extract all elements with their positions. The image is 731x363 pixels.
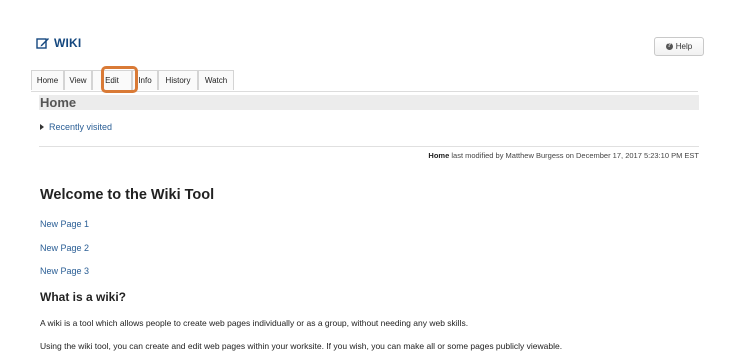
recently-visited-label: Recently visited — [49, 122, 113, 132]
page-title: Home — [40, 95, 77, 110]
recently-visited-toggle[interactable]: Recently visited — [40, 122, 112, 132]
tab-view[interactable]: View — [64, 70, 92, 90]
help-icon: ? — [665, 43, 673, 50]
paragraph-2: Using the wiki tool, you can create and … — [40, 341, 563, 351]
paragraph-1: A wiki is a tool which allows people to … — [40, 318, 469, 328]
help-label: Help — [675, 42, 693, 51]
page-title-banner — [39, 95, 699, 110]
page-link-1[interactable]: New Page 1 — [40, 219, 89, 229]
expand-triangle-icon — [40, 124, 44, 130]
content-heading: Welcome to the Wiki Tool — [40, 187, 215, 203]
tab-history[interactable]: History — [158, 70, 198, 90]
edit-tab-highlight — [101, 66, 138, 93]
tool-header: WIKI — [36, 36, 81, 50]
help-button[interactable]: ? Help — [654, 37, 704, 56]
last-modified-info: Home last modified by Matthew Burgess on… — [299, 151, 699, 160]
modified-text: last modified by Matthew Burgess on Dece… — [451, 151, 699, 160]
tool-title: WIKI — [54, 36, 82, 50]
content-subheading: What is a wiki? — [40, 290, 127, 304]
tab-home[interactable]: Home — [31, 70, 64, 90]
page-link-2[interactable]: New Page 2 — [40, 243, 89, 253]
modified-page-name: Home — [428, 151, 450, 160]
edit-icon — [36, 38, 49, 49]
tab-watch[interactable]: Watch — [198, 70, 234, 90]
page-link-3[interactable]: New Page 3 — [40, 266, 89, 276]
divider — [39, 146, 699, 147]
